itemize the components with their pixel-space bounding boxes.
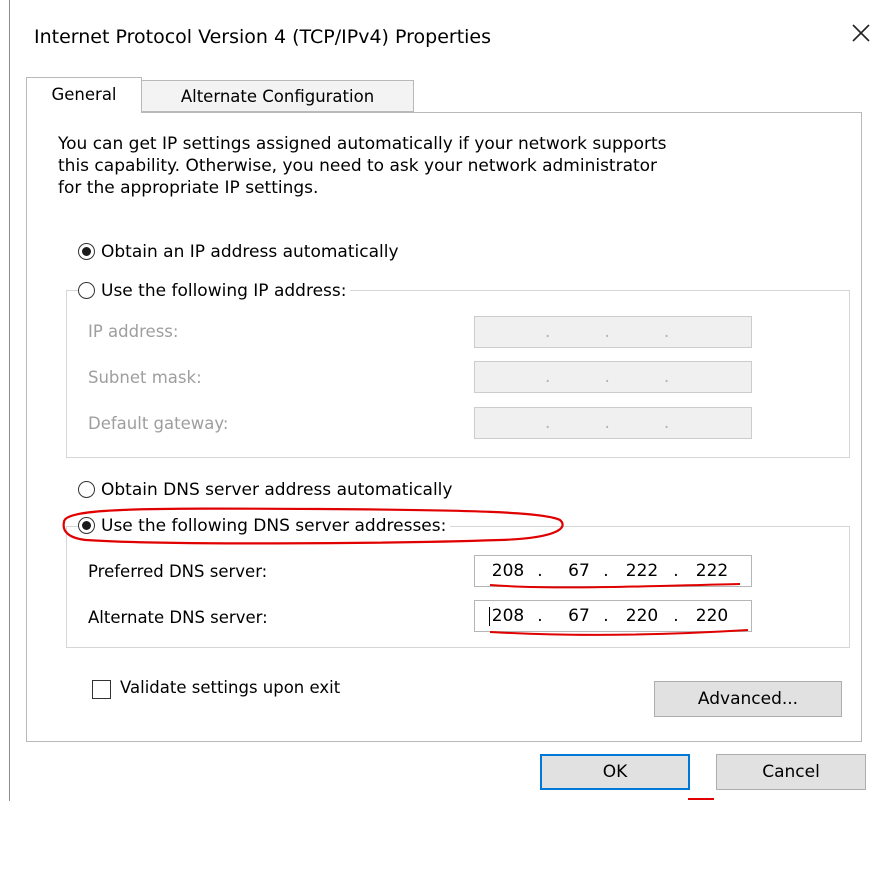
subnet-mask-input[interactable]: . . . — [474, 361, 752, 393]
alternate-dns-octet-3: 220 — [625, 606, 659, 626]
description-line: this capability. Otherwise, you need to … — [58, 156, 658, 176]
default-gateway-input[interactable]: . . . — [474, 407, 752, 439]
radio-obtain-ip-auto[interactable]: Obtain an IP address automatically — [78, 240, 403, 264]
window-left-border — [9, 0, 10, 801]
radio-use-following-ip-label: Use the following IP address: — [101, 281, 347, 301]
default-gateway-label: Default gateway: — [88, 414, 229, 433]
alternate-dns-octet-2: 67 — [568, 606, 590, 626]
radio-button[interactable] — [78, 243, 95, 260]
description-line: You can get IP settings assigned automat… — [58, 134, 667, 154]
alternate-dns-octet-4: 220 — [695, 606, 729, 626]
alternate-dns-octet-1: 208 — [491, 606, 525, 626]
radio-use-following-dns-label: Use the following DNS server addresses: — [101, 516, 447, 536]
octet-separator: . — [537, 606, 543, 626]
window-title: Internet Protocol Version 4 (TCP/IPv4) P… — [34, 26, 492, 48]
octet-separator: . — [673, 606, 679, 626]
ok-button[interactable]: OK — [540, 754, 690, 790]
octet-separator: . — [537, 561, 543, 581]
tab-alternate-configuration[interactable]: Alternate Configuration — [142, 80, 414, 112]
radio-obtain-dns-auto[interactable]: Obtain DNS server address automatically — [78, 478, 457, 502]
advanced-button[interactable]: Advanced... — [654, 681, 842, 717]
octet-separator: . — [673, 561, 679, 581]
ip-address-input[interactable]: . . . — [474, 316, 752, 348]
radio-button[interactable] — [78, 282, 95, 299]
octet-separator: . — [603, 606, 609, 626]
ip-address-label: IP address: — [88, 322, 179, 341]
preferred-dns-input[interactable]: 208 . 67 . 222 . 222 — [474, 555, 752, 587]
radio-use-following-ip[interactable]: Use the following IP address: — [78, 279, 351, 303]
radio-button[interactable] — [78, 481, 95, 498]
radio-use-following-dns[interactable]: Use the following DNS server addresses: — [78, 514, 451, 538]
description-text: You can get IP settings assigned automat… — [58, 133, 838, 199]
radio-button[interactable] — [78, 517, 95, 534]
default-gateway-dots: . . . — [545, 413, 670, 433]
preferred-dns-label: Preferred DNS server: — [88, 562, 268, 581]
alternate-dns-label: Alternate DNS server: — [88, 608, 268, 627]
ip-address-dots: . . . — [545, 322, 670, 342]
subnet-mask-label: Subnet mask: — [88, 368, 202, 387]
description-line: for the appropriate IP settings. — [58, 178, 319, 198]
preferred-dns-octet-2: 67 — [568, 561, 590, 581]
octet-separator: . — [603, 561, 609, 581]
preferred-dns-octet-4: 222 — [695, 561, 729, 581]
cancel-button[interactable]: Cancel — [716, 754, 866, 790]
radio-obtain-ip-auto-label: Obtain an IP address automatically — [101, 242, 399, 262]
preferred-dns-octet-3: 222 — [625, 561, 659, 581]
tab-general[interactable]: General — [26, 77, 142, 113]
validate-label[interactable]: Validate settings upon exit — [120, 678, 340, 697]
close-icon[interactable] — [848, 20, 874, 46]
preferred-dns-octet-1: 208 — [491, 561, 525, 581]
radio-obtain-dns-auto-label: Obtain DNS server address automatically — [101, 480, 453, 500]
subnet-mask-dots: . . . — [545, 367, 670, 387]
validate-checkbox[interactable] — [92, 680, 111, 699]
alternate-dns-input[interactable]: 208 . 67 . 220 . 220 — [474, 600, 752, 632]
